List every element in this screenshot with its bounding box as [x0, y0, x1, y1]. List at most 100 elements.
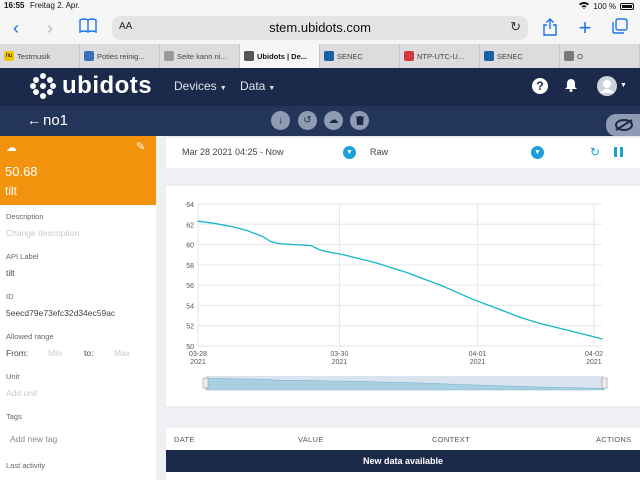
ubidots-logo[interactable]: ubidots [30, 72, 152, 100]
cloud-erase-icon[interactable]: ☁ [324, 111, 343, 130]
browser-tab-label: Poties reinig... [97, 51, 145, 61]
x-tick-year-label: 2021 [190, 359, 206, 366]
history-icon[interactable]: ↺ [298, 111, 317, 130]
reload-icon[interactable]: ↻ [510, 19, 521, 35]
url-text: stem.ubidots.com [269, 20, 371, 35]
back-chevron-icon[interactable]: ‹ [6, 18, 26, 38]
values-table-header: DATE VALUE CONTEXT ACTIONS [166, 428, 640, 450]
range-handle-right[interactable] [601, 377, 608, 389]
data-point [536, 322, 538, 324]
browser-tab-label: Testmusik [17, 51, 51, 61]
download-icon[interactable]: ↓ [271, 111, 290, 130]
edit-pencil-icon[interactable]: ✎ [136, 140, 145, 153]
data-point [342, 254, 345, 256]
favicon-icon [164, 51, 174, 61]
browser-tab[interactable]: Poties reinig... [80, 44, 160, 68]
y-tick-label: 62 [186, 222, 194, 229]
unit-input[interactable]: Add unit [6, 388, 37, 398]
y-tick-label: 56 [186, 283, 194, 290]
browser-tab[interactable]: Ubidots | De... [240, 44, 320, 68]
browser-tab[interactable]: NTP-UTC-U... [400, 44, 480, 68]
trash-icon[interactable] [350, 111, 369, 130]
browser-tab-label: Ubidots | De... [257, 51, 308, 61]
x-tick-label: 03-30 [330, 351, 348, 358]
unit-title: Unit [6, 372, 20, 381]
favicon-icon [244, 51, 254, 61]
y-tick-label: 60 [186, 243, 194, 250]
column-header-value[interactable]: VALUE [298, 435, 324, 444]
pause-icon[interactable] [614, 147, 624, 157]
browser-tab-label: Seite kann ni... [177, 51, 227, 61]
data-point [318, 249, 320, 251]
browser-tab-strip: nu Testmusik Poties reinig... Seite kann ni… [0, 44, 640, 68]
chart-card: 50 52 54 56 58 60 62 64 03-28 2021 03-30 2021 04-01 2… [166, 186, 640, 406]
max-input[interactable]: Max [114, 348, 130, 358]
x-tick-label: 03-28 [189, 351, 207, 358]
browser-tab[interactable]: SENEC [320, 44, 400, 68]
battery-icon [620, 2, 634, 10]
browser-toolbar: ‹ › AA stem.ubidots.com ↻ + [0, 12, 640, 44]
values-table-body [166, 472, 640, 480]
date-range-dropdown[interactable]: Mar 28 2021 04:25 - Now [182, 147, 284, 157]
browser-tab[interactable]: nu Testmusik [0, 44, 80, 68]
battery-percent: 100 % [593, 1, 616, 11]
bell-icon[interactable] [563, 78, 579, 94]
browser-tab-label: SENEC [337, 51, 363, 61]
description-input[interactable]: Change description [6, 228, 79, 238]
new-tab-icon[interactable]: + [575, 17, 595, 39]
browser-tab[interactable]: SENEC [480, 44, 560, 68]
x-tick-label: 04-01 [469, 351, 487, 358]
address-bar[interactable]: AA stem.ubidots.com ↻ [112, 16, 528, 40]
variable-card: ☁ ✎ 50.68 tilt [0, 136, 156, 205]
wifi-icon [579, 1, 590, 11]
share-icon[interactable] [540, 18, 560, 38]
api-label-value[interactable]: tilt [6, 268, 15, 278]
x-tick-year-label: 2021 [332, 359, 348, 366]
favicon-icon [84, 51, 94, 61]
variable-name[interactable]: tilt [5, 184, 17, 198]
browser-tab[interactable]: Seite kann ni... [160, 44, 240, 68]
forward-chevron-icon[interactable]: › [40, 18, 60, 38]
data-point [262, 235, 264, 238]
avatar[interactable] [597, 76, 617, 96]
logo-text: ubidots [62, 72, 153, 99]
status-icons: 100 % [579, 1, 634, 11]
tags-title: Tags [6, 412, 22, 421]
data-point [359, 258, 361, 260]
refresh-icon[interactable]: ↻ [590, 145, 600, 159]
data-point [391, 267, 393, 269]
data-point [278, 242, 280, 245]
data-point [585, 334, 587, 336]
min-input[interactable]: Min [48, 348, 62, 358]
column-header-date[interactable]: DATE [174, 435, 195, 444]
browser-tab[interactable]: O [560, 44, 640, 68]
avatar-caret-icon[interactable]: ▼ [620, 82, 627, 89]
chevron-down-icon[interactable]: ▼ [531, 146, 544, 159]
range-handle-left[interactable] [202, 377, 209, 389]
data-point [601, 338, 603, 340]
favicon-icon [564, 51, 574, 61]
back-arrow-icon[interactable]: ← [27, 112, 41, 128]
y-tick-label: 54 [186, 303, 194, 310]
series-line [197, 220, 603, 340]
from-label: From: [6, 348, 29, 358]
data-point [520, 317, 522, 319]
tabs-overview-icon[interactable] [610, 18, 630, 38]
caret-down-icon: ▼ [219, 85, 227, 92]
chevron-down-icon[interactable]: ▼ [343, 146, 356, 159]
variable-details-panel: ☁ ✎ 50.68 tilt Description Change descri… [0, 136, 156, 480]
aggregation-dropdown[interactable]: Raw [370, 147, 388, 157]
tags-input[interactable]: Add new tag [10, 434, 57, 444]
app-header: ubidots Devices ▼ Data ▼ ? ▼ [0, 68, 640, 106]
settings-tab-button[interactable] [606, 114, 640, 136]
id-value: 5eecd79e73efc32d34ec59ac [6, 308, 116, 318]
line-chart[interactable]: 505254565860626403-28202103-30202104-012… [166, 186, 640, 406]
bookmarks-icon[interactable] [78, 18, 98, 38]
y-tick-label: 58 [186, 263, 194, 270]
y-tick-label: 64 [186, 202, 194, 209]
favicon-icon [404, 51, 414, 61]
help-icon[interactable]: ? [532, 78, 548, 94]
nav-data[interactable]: Data ▼ [240, 79, 275, 93]
nav-devices[interactable]: Devices ▼ [174, 79, 227, 93]
new-data-banner[interactable]: New data available [166, 450, 640, 472]
